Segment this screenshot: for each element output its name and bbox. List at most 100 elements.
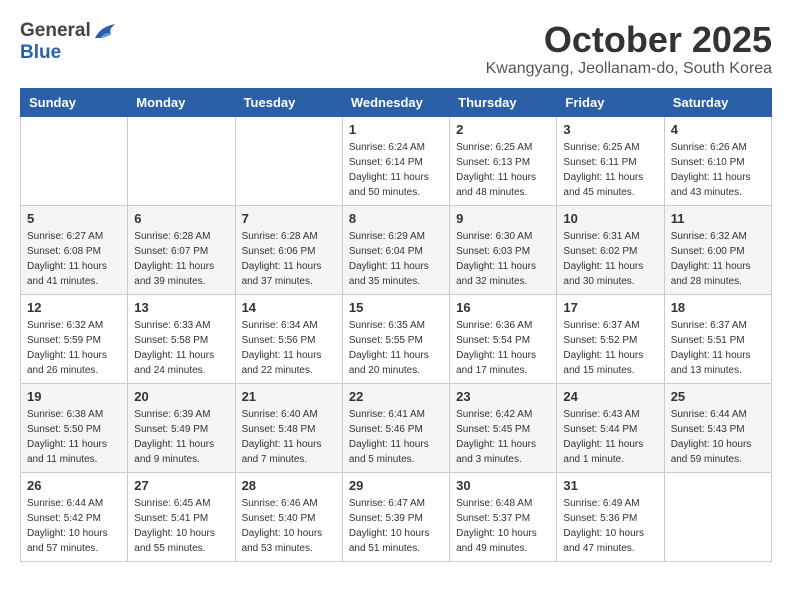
calendar-header-row: SundayMondayTuesdayWednesdayThursdayFrid…: [21, 88, 772, 116]
day-info: Sunrise: 6:29 AM Sunset: 6:04 PM Dayligh…: [349, 229, 443, 289]
day-number: 22: [349, 389, 443, 404]
calendar-header-saturday: Saturday: [664, 88, 771, 116]
calendar-cell: 7 Sunrise: 6:28 AM Sunset: 6:06 PM Daylig…: [235, 205, 342, 294]
day-info: Sunrise: 6:28 AM Sunset: 6:06 PM Dayligh…: [242, 229, 336, 289]
day-number: 8: [349, 211, 443, 226]
logo-bird-icon: [93, 22, 115, 40]
day-info: Sunrise: 6:37 AM Sunset: 5:52 PM Dayligh…: [563, 318, 657, 378]
calendar-cell: [128, 116, 235, 205]
day-number: 23: [456, 389, 550, 404]
day-info: Sunrise: 6:25 AM Sunset: 6:11 PM Dayligh…: [563, 140, 657, 200]
month-title: October 2025: [486, 20, 772, 60]
calendar-week-row: 12Sunrise: 6:32 AM Sunset: 5:59 PM Dayli…: [21, 294, 772, 383]
logo: General Blue: [20, 20, 115, 64]
calendar-cell: 27Sunrise: 6:45 AM Sunset: 5:41 PM Dayli…: [128, 472, 235, 561]
day-info: Sunrise: 6:39 AM Sunset: 5:49 PM Dayligh…: [134, 407, 228, 467]
calendar-header-tuesday: Tuesday: [235, 88, 342, 116]
calendar-cell: 2 Sunrise: 6:25 AM Sunset: 6:13 PM Daylig…: [450, 116, 557, 205]
day-number: 3: [563, 122, 657, 137]
calendar-week-row: 26 Sunrise: 6:44 AM Sunset: 5:42 PM Dayli…: [21, 472, 772, 561]
day-info: Sunrise: 6:24 AM Sunset: 6:14 PM Dayligh…: [349, 140, 443, 200]
day-number: 14: [242, 300, 336, 315]
day-info: Sunrise: 6:48 AM Sunset: 5:37 PM Dayligh…: [456, 496, 550, 556]
calendar-cell: 20 Sunrise: 6:39 AM Sunset: 5:49 PM Dayli…: [128, 383, 235, 472]
day-number: 30: [456, 478, 550, 493]
day-number: 17: [563, 300, 657, 315]
day-number: 4: [671, 122, 765, 137]
calendar-cell: [21, 116, 128, 205]
day-number: 7: [242, 211, 336, 226]
calendar-table: SundayMondayTuesdayWednesdayThursdayFrid…: [20, 88, 772, 562]
calendar-cell: 30 Sunrise: 6:48 AM Sunset: 5:37 PM Dayli…: [450, 472, 557, 561]
calendar-cell: 19Sunrise: 6:38 AM Sunset: 5:50 PM Dayli…: [21, 383, 128, 472]
day-number: 28: [242, 478, 336, 493]
calendar-cell: 11 Sunrise: 6:32 AM Sunset: 6:00 PM Dayli…: [664, 205, 771, 294]
calendar-cell: 6Sunrise: 6:28 AM Sunset: 6:07 PM Daylig…: [128, 205, 235, 294]
day-info: Sunrise: 6:33 AM Sunset: 5:58 PM Dayligh…: [134, 318, 228, 378]
calendar-cell: 18Sunrise: 6:37 AM Sunset: 5:51 PM Dayli…: [664, 294, 771, 383]
calendar-cell: 8 Sunrise: 6:29 AM Sunset: 6:04 PM Daylig…: [342, 205, 449, 294]
day-number: 20: [134, 389, 228, 404]
day-info: Sunrise: 6:37 AM Sunset: 5:51 PM Dayligh…: [671, 318, 765, 378]
calendar-cell: 13 Sunrise: 6:33 AM Sunset: 5:58 PM Dayli…: [128, 294, 235, 383]
calendar-cell: [235, 116, 342, 205]
calendar-cell: 17 Sunrise: 6:37 AM Sunset: 5:52 PM Dayli…: [557, 294, 664, 383]
day-number: 12: [27, 300, 121, 315]
calendar-cell: 5 Sunrise: 6:27 AM Sunset: 6:08 PM Daylig…: [21, 205, 128, 294]
day-number: 11: [671, 211, 765, 226]
day-info: Sunrise: 6:43 AM Sunset: 5:44 PM Dayligh…: [563, 407, 657, 467]
day-number: 31: [563, 478, 657, 493]
calendar-cell: 28 Sunrise: 6:46 AM Sunset: 5:40 PM Dayli…: [235, 472, 342, 561]
calendar-week-row: 19Sunrise: 6:38 AM Sunset: 5:50 PM Dayli…: [21, 383, 772, 472]
day-number: 27: [134, 478, 228, 493]
day-number: 21: [242, 389, 336, 404]
logo-general-text: General: [20, 20, 91, 42]
title-area: October 2025 Kwangyang, Jeollanam-do, So…: [486, 20, 772, 78]
calendar-cell: 3 Sunrise: 6:25 AM Sunset: 6:11 PM Daylig…: [557, 116, 664, 205]
day-number: 16: [456, 300, 550, 315]
calendar-cell: 21 Sunrise: 6:40 AM Sunset: 5:48 PM Dayli…: [235, 383, 342, 472]
day-info: Sunrise: 6:27 AM Sunset: 6:08 PM Dayligh…: [27, 229, 121, 289]
logo-blue-text: Blue: [20, 42, 61, 64]
calendar-cell: 1 Sunrise: 6:24 AM Sunset: 6:14 PM Daylig…: [342, 116, 449, 205]
day-info: Sunrise: 6:36 AM Sunset: 5:54 PM Dayligh…: [456, 318, 550, 378]
page-header: General Blue October 2025 Kwangyang, Jeo…: [20, 20, 772, 78]
day-info: Sunrise: 6:41 AM Sunset: 5:46 PM Dayligh…: [349, 407, 443, 467]
day-info: Sunrise: 6:25 AM Sunset: 6:13 PM Dayligh…: [456, 140, 550, 200]
calendar-cell: 16 Sunrise: 6:36 AM Sunset: 5:54 PM Dayli…: [450, 294, 557, 383]
day-number: 13: [134, 300, 228, 315]
calendar-header-monday: Monday: [128, 88, 235, 116]
day-number: 25: [671, 389, 765, 404]
day-number: 2: [456, 122, 550, 137]
calendar-cell: 9Sunrise: 6:30 AM Sunset: 6:03 PM Daylig…: [450, 205, 557, 294]
day-number: 6: [134, 211, 228, 226]
day-number: 26: [27, 478, 121, 493]
day-info: Sunrise: 6:49 AM Sunset: 5:36 PM Dayligh…: [563, 496, 657, 556]
day-info: Sunrise: 6:40 AM Sunset: 5:48 PM Dayligh…: [242, 407, 336, 467]
day-number: 29: [349, 478, 443, 493]
day-info: Sunrise: 6:42 AM Sunset: 5:45 PM Dayligh…: [456, 407, 550, 467]
day-info: Sunrise: 6:31 AM Sunset: 6:02 PM Dayligh…: [563, 229, 657, 289]
calendar-cell: 23 Sunrise: 6:42 AM Sunset: 5:45 PM Dayli…: [450, 383, 557, 472]
day-info: Sunrise: 6:38 AM Sunset: 5:50 PM Dayligh…: [27, 407, 121, 467]
day-number: 10: [563, 211, 657, 226]
day-number: 1: [349, 122, 443, 137]
day-info: Sunrise: 6:26 AM Sunset: 6:10 PM Dayligh…: [671, 140, 765, 200]
day-info: Sunrise: 6:46 AM Sunset: 5:40 PM Dayligh…: [242, 496, 336, 556]
calendar-header-wednesday: Wednesday: [342, 88, 449, 116]
calendar-week-row: 1 Sunrise: 6:24 AM Sunset: 6:14 PM Daylig…: [21, 116, 772, 205]
day-number: 5: [27, 211, 121, 226]
day-info: Sunrise: 6:44 AM Sunset: 5:42 PM Dayligh…: [27, 496, 121, 556]
day-info: Sunrise: 6:47 AM Sunset: 5:39 PM Dayligh…: [349, 496, 443, 556]
calendar-cell: 4 Sunrise: 6:26 AM Sunset: 6:10 PM Daylig…: [664, 116, 771, 205]
calendar-header-thursday: Thursday: [450, 88, 557, 116]
day-number: 24: [563, 389, 657, 404]
location-title: Kwangyang, Jeollanam-do, South Korea: [486, 60, 772, 78]
calendar-header-friday: Friday: [557, 88, 664, 116]
calendar-cell: [664, 472, 771, 561]
day-info: Sunrise: 6:35 AM Sunset: 5:55 PM Dayligh…: [349, 318, 443, 378]
day-info: Sunrise: 6:32 AM Sunset: 6:00 PM Dayligh…: [671, 229, 765, 289]
calendar-cell: 26 Sunrise: 6:44 AM Sunset: 5:42 PM Dayli…: [21, 472, 128, 561]
calendar-cell: 15Sunrise: 6:35 AM Sunset: 5:55 PM Dayli…: [342, 294, 449, 383]
calendar-cell: 12Sunrise: 6:32 AM Sunset: 5:59 PM Dayli…: [21, 294, 128, 383]
